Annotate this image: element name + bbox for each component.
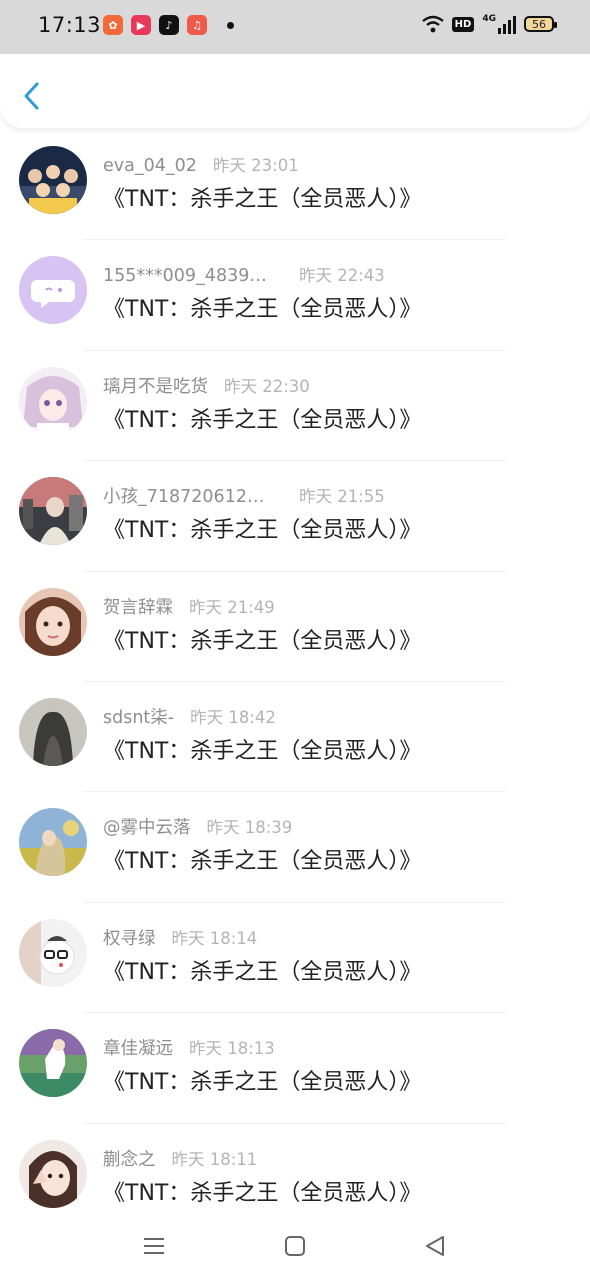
- system-nav-bar: [0, 1214, 590, 1280]
- top-app-bar: [0, 54, 590, 128]
- message-time: 昨天 21:55: [299, 487, 385, 507]
- tiktok-icon: ♪: [159, 15, 179, 35]
- message-content: 《TNT：杀手之王（全员恶人）》: [103, 187, 422, 212]
- video-app-icon: ▶: [131, 15, 151, 35]
- sender-name: 章佳凝远: [103, 1039, 173, 1060]
- message-list: eva_04_02 昨天 23:01 《TNT：杀手之王（全员恶人）》 155*…: [0, 130, 590, 1234]
- list-item[interactable]: @雾中云落 昨天 18:39 《TNT：杀手之王（全员恶人）》: [0, 792, 590, 903]
- message-content: 《TNT：杀手之王（全员恶人）》: [103, 959, 422, 985]
- back-button[interactable]: [16, 76, 50, 116]
- avatar[interactable]: [19, 477, 87, 546]
- avatar[interactable]: [19, 1139, 87, 1208]
- avatar[interactable]: [19, 808, 87, 877]
- sender-name: 权寻绿: [103, 928, 156, 949]
- message-content: 《TNT：杀手之王（全员恶人）》: [103, 738, 422, 764]
- list-item[interactable]: 155***009_48390… 昨天 22:43 《TNT：杀手之王（全员恶人…: [0, 240, 590, 351]
- sender-name: 贺言辞霖: [103, 597, 173, 618]
- avatar[interactable]: [19, 146, 87, 214]
- message-content: 《TNT：杀手之王（全员恶人）》: [103, 297, 422, 323]
- avatar[interactable]: [19, 256, 87, 325]
- list-item[interactable]: 章佳凝远 昨天 18:13 《TNT：杀手之王（全员恶人）》: [0, 1013, 590, 1124]
- status-bar: 17:13 ✿ ▶ ♪ ♫ HD 4G 56: [0, 0, 590, 54]
- list-item[interactable]: eva_04_02 昨天 23:01 《TNT：杀手之王（全员恶人）》: [0, 130, 590, 241]
- list-item[interactable]: 权寻绿 昨天 18:14 《TNT：杀手之王（全员恶人）》: [0, 903, 590, 1014]
- message-content: 《TNT：杀手之王（全员恶人）》: [103, 1070, 422, 1096]
- message-time: 昨天 23:01: [212, 156, 299, 175]
- avatar[interactable]: [19, 697, 87, 766]
- avatar[interactable]: [19, 587, 87, 656]
- message-time: 昨天 18:42: [190, 707, 276, 727]
- message-time: 昨天 18:39: [206, 818, 293, 838]
- list-item[interactable]: 小孩_7187206124… 昨天 21:55 《TNT：杀手之王（全员恶人）》: [0, 461, 590, 572]
- back-nav-button[interactable]: [421, 1231, 451, 1261]
- sender-name: sdsnt柒-: [103, 707, 175, 728]
- avatar[interactable]: [19, 918, 87, 987]
- message-time: 昨天 18:13: [189, 1039, 275, 1059]
- list-item[interactable]: 璃月不是吃货 昨天 22:30 《TNT：杀手之王（全员恶人）》: [0, 351, 590, 462]
- sender-name: 小孩_7187206124…: [103, 487, 271, 508]
- message-time: 昨天 18:14: [171, 928, 258, 948]
- message-time: 昨天 22:43: [299, 266, 385, 286]
- message-content: 《TNT：杀手之王（全员恶人）》: [103, 1180, 422, 1206]
- list-item[interactable]: 贺言辞霖 昨天 21:49 《TNT：杀手之王（全员恶人）》: [0, 572, 590, 682]
- battery-icon: 56: [524, 16, 557, 32]
- message-content: 《TNT：杀手之王（全员恶人）》: [103, 518, 422, 544]
- app-notification-icon: ✿: [103, 15, 123, 35]
- message-time: 昨天 22:30: [224, 376, 310, 396]
- sender-name: eva_04_02: [103, 156, 197, 176]
- home-square-icon: [285, 1236, 305, 1256]
- avatar[interactable]: [19, 366, 87, 435]
- sender-name: 璃月不是吃货: [103, 376, 208, 397]
- more-notifications-dot: [227, 22, 234, 29]
- message-content: 《TNT：杀手之王（全员恶人）》: [103, 849, 422, 875]
- message-time: 昨天 18:11: [171, 1149, 258, 1169]
- list-item[interactable]: sdsnt柒- 昨天 18:42 《TNT：杀手之王（全员恶人）》: [0, 682, 590, 793]
- status-time: 17:13: [38, 13, 102, 37]
- back-triangle-icon: [426, 1236, 444, 1256]
- hd-badge: HD: [451, 16, 475, 32]
- signal-icon: 4G: [482, 14, 516, 34]
- menu-icon: [144, 1238, 164, 1254]
- sender-name: @雾中云落: [103, 818, 191, 839]
- home-button[interactable]: [280, 1231, 310, 1261]
- wifi-icon: [421, 15, 444, 33]
- menu-button[interactable]: [139, 1231, 169, 1261]
- message-content: 《TNT：杀手之王（全员恶人）》: [103, 407, 422, 433]
- avatar[interactable]: [19, 1029, 87, 1098]
- music-app-icon: ♫: [187, 15, 207, 35]
- sender-name: 蒯念之: [103, 1149, 156, 1170]
- message-content: 《TNT：杀手之王（全员恶人）》: [103, 628, 422, 654]
- message-time: 昨天 21:49: [189, 597, 275, 617]
- chevron-left-icon: [24, 82, 39, 110]
- sender-name: 155***009_48390…: [103, 266, 271, 287]
